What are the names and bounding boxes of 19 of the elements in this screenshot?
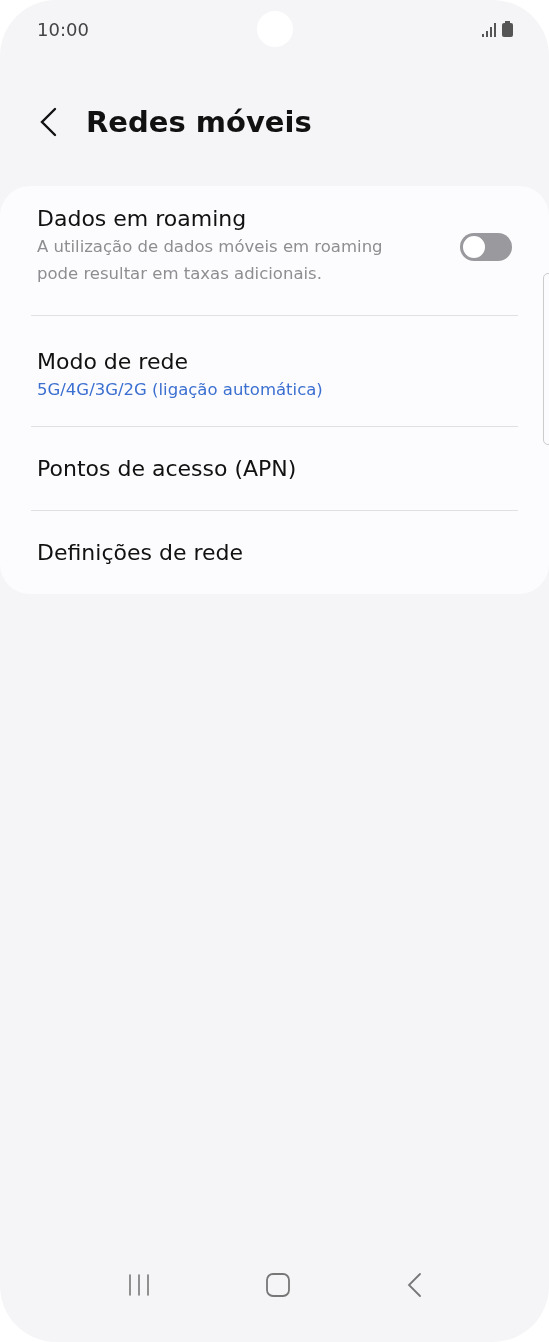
page-title: Redes móveis [86,105,312,139]
setting-title: Definições de rede [37,540,244,565]
battery-icon [502,21,513,37]
setting-summary: A utilização de dados móveis em roaming pode resultar em taxas adicionais. [37,236,384,286]
setting-title: Pontos de acesso (APN) [37,456,297,482]
status-time: 10:00 [37,18,89,40]
toggle-switch[interactable] [460,232,512,261]
settings-item[interactable]: Pontos de acesso (APN) [31,427,518,511]
setting-title: Dados em roaming [37,206,248,232]
settings-item[interactable]: Modo de rede 5G/4G/3G/2G (ligação automática) [31,322,518,427]
recent-apps-icon[interactable] [127,1273,152,1297]
back-button[interactable] [38,107,58,137]
home-icon[interactable] [265,1272,292,1298]
settings-item[interactable]: Dados em roaming A utilização de dados móveis em roaming pode resultar em taxas adicionais. [31,186,518,316]
back-icon[interactable] [405,1272,422,1298]
signal-icon [482,23,496,37]
setting-title: Modo de rede [37,349,189,375]
setting-value: 5G/4G/3G/2G (ligação automática) [37,380,323,400]
settings-item[interactable]: Definições de rede [31,511,518,594]
